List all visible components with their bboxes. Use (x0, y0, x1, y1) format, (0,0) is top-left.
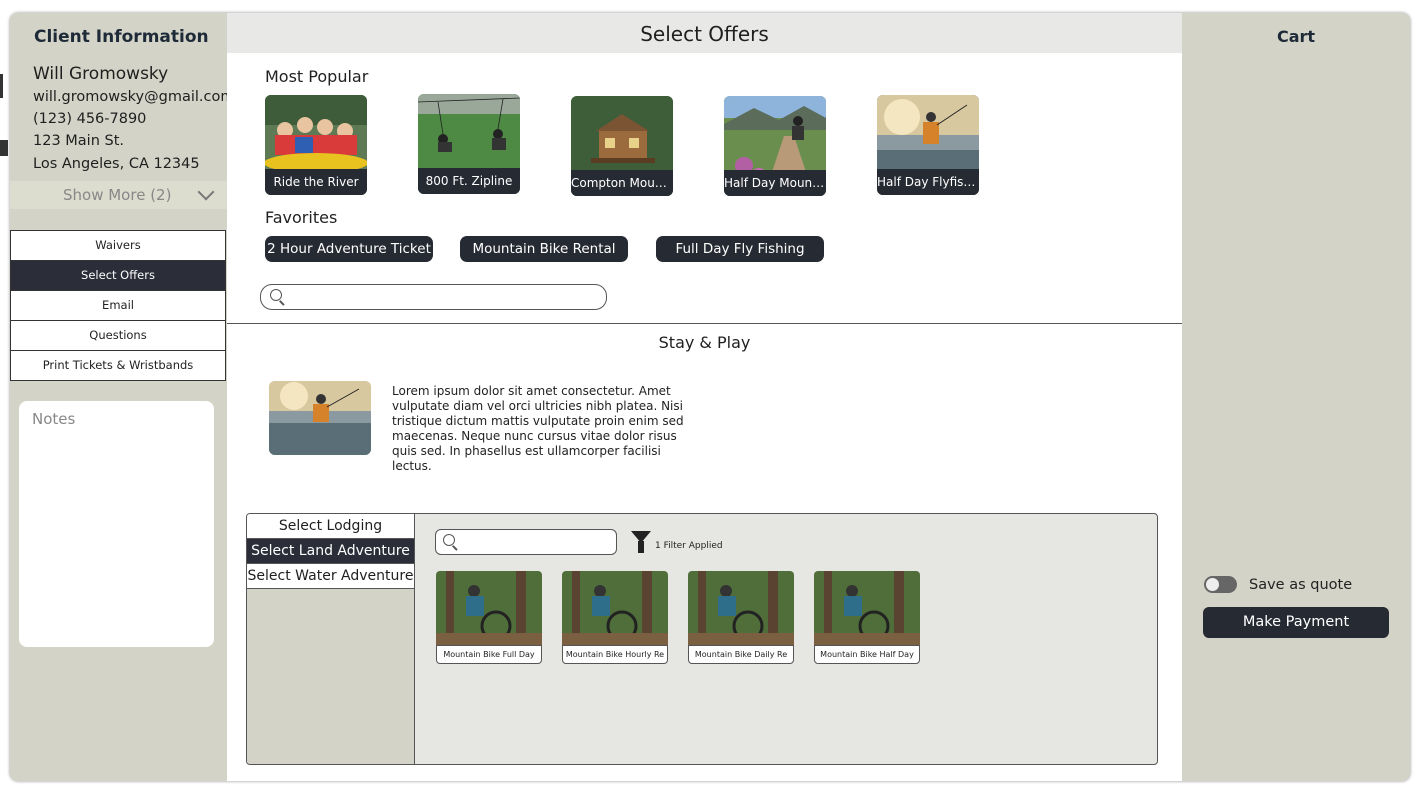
popular-caption: Half Day Flyfishi... (877, 169, 979, 195)
page-title: Select Offers (227, 13, 1182, 53)
popular-caption: Half Day Mount... (724, 170, 826, 196)
edge-mark (0, 74, 3, 98)
client-panel: Client Information Will Gromowsky will.g… (10, 13, 235, 781)
product-card-half-day[interactable]: Mountain Bike Half Day (814, 571, 920, 664)
edge-tag (0, 140, 8, 156)
offers-search-input[interactable] (260, 284, 607, 310)
nav-item-email[interactable]: Email (11, 291, 225, 321)
client-phone: (123) 456-7890 (33, 111, 147, 127)
popular-tile-river[interactable]: Ride the River (265, 95, 367, 195)
filter-status: 1 Filter Applied (655, 541, 723, 551)
bike-forest-image (814, 571, 920, 645)
popular-tile-compton[interactable]: Compton Mount... (571, 96, 673, 196)
product-card-daily[interactable]: Mountain Bike Daily Re (688, 571, 794, 664)
show-more-button[interactable]: Show More (2) (10, 181, 227, 209)
product-label: Mountain Bike Half Day (814, 645, 920, 664)
nav-item-select-offers[interactable]: Select Offers (11, 261, 225, 291)
product-label: Mountain Bike Hourly Re (562, 645, 668, 664)
favorite-2-hour-adventure-ticket[interactable]: 2 Hour Adventure Ticket (265, 236, 433, 262)
client-name: Will Gromowsky (33, 64, 169, 84)
product-card-full-day[interactable]: Mountain Bike Full Day (436, 571, 542, 664)
stay-play-description: Lorem ipsum dolor sit amet consectetur. … (392, 384, 684, 473)
tab-select-water-adventure[interactable]: Select Water Adventure (247, 564, 414, 589)
bike-forest-image (562, 571, 668, 645)
nav-menu: Waivers Select Offers Email Questions Pr… (10, 230, 226, 381)
product-label: Mountain Bike Full Day (436, 645, 542, 664)
cart-title: Cart (1276, 27, 1316, 46)
adventure-search-input[interactable] (435, 529, 617, 555)
notes-field[interactable]: Notes (19, 401, 214, 647)
tab-select-land-adventure[interactable]: Select Land Adventure (247, 539, 414, 564)
search-icon (443, 534, 455, 546)
product-label: Mountain Bike Daily Re (688, 645, 794, 664)
nav-item-waivers[interactable]: Waivers (11, 231, 225, 261)
client-info-title: Client Information (34, 27, 209, 47)
popular-tile-zipline[interactable]: 800 Ft. Zipline (418, 94, 520, 194)
bike-forest-image (436, 571, 542, 645)
save-quote-label: Save as quote (1249, 577, 1353, 593)
section-divider (227, 323, 1182, 324)
popular-caption: Ride the River (265, 169, 367, 195)
make-payment-button[interactable]: Make Payment (1203, 607, 1389, 638)
save-quote-toggle[interactable] (1204, 576, 1237, 593)
nav-item-print-tickets[interactable]: Print Tickets & Wristbands (11, 351, 225, 380)
show-more-label: Show More (2) (63, 186, 172, 204)
favorite-full-day-fly-fishing[interactable]: Full Day Fly Fishing (656, 236, 824, 262)
flyfishing-image (269, 381, 371, 455)
popular-caption: 800 Ft. Zipline (418, 168, 520, 194)
popular-tile-flyfishing[interactable]: Half Day Flyfishi... (877, 95, 979, 195)
offers-panel: Select Offers Most Popular Ride the Rive… (227, 13, 1182, 781)
product-image (436, 571, 542, 645)
stay-play-title: Stay & Play (658, 333, 751, 352)
adventure-selector: Select Lodging Select Land Adventure Sel… (246, 513, 1158, 765)
favorite-mountain-bike-rental[interactable]: Mountain Bike Rental (460, 236, 628, 262)
notes-placeholder: Notes (32, 410, 76, 428)
product-image (562, 571, 668, 645)
stay-play-image (269, 381, 371, 455)
product-card-hourly[interactable]: Mountain Bike Hourly Re (562, 571, 668, 664)
client-street: 123 Main St. (33, 133, 125, 149)
most-popular-label: Most Popular (265, 67, 369, 86)
nav-item-questions[interactable]: Questions (11, 321, 225, 351)
favorites-label: Favorites (265, 208, 338, 227)
bike-forest-image (688, 571, 794, 645)
adventure-tabs: Select Lodging Select Land Adventure Sel… (247, 514, 415, 764)
filter-icon[interactable] (631, 531, 651, 553)
tab-select-lodging[interactable]: Select Lodging (247, 514, 414, 539)
popular-tile-mountain[interactable]: Half Day Mount... (724, 96, 826, 196)
popular-caption: Compton Mount... (571, 170, 673, 196)
product-image (688, 571, 794, 645)
chevron-down-icon (197, 183, 215, 201)
product-image (814, 571, 920, 645)
client-email: will.gromowsky@gmail.com (33, 89, 235, 105)
search-icon (270, 289, 282, 301)
client-city: Los Angeles, CA 12345 (33, 156, 200, 172)
